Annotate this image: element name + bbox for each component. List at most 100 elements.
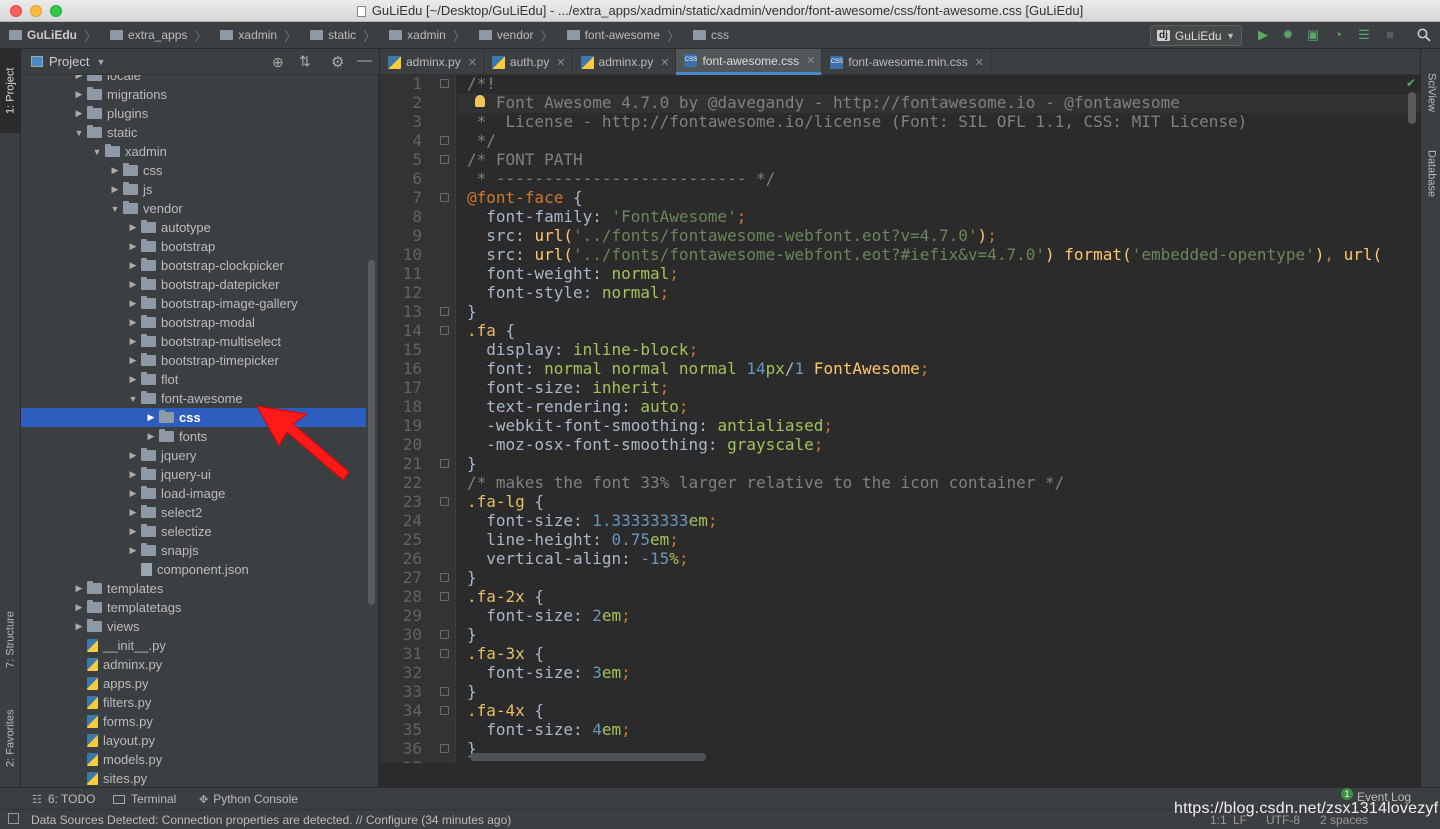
collapse-arrow-icon[interactable]: ▶ <box>126 260 140 271</box>
minimize-window-button[interactable] <box>30 5 42 17</box>
fold-marker-icon[interactable] <box>440 79 449 88</box>
editor-tab[interactable]: CSS font-awesome.min.css ✕ <box>822 49 991 75</box>
editor-tab[interactable]: auth.py ✕ <box>484 49 573 75</box>
horizontal-scrollbar[interactable] <box>470 753 706 761</box>
fold-marker-icon[interactable] <box>440 744 449 753</box>
tree-item[interactable]: ▶ bootstrap-multiselect <box>21 332 366 351</box>
tree-item[interactable]: ▶ flot <box>21 370 366 389</box>
project-view-select[interactable]: Project <box>49 54 89 69</box>
tree-item[interactable]: forms.py <box>21 712 366 731</box>
breadcrumb-item[interactable]: xadmin 〉 <box>211 22 301 49</box>
collapse-arrow-icon[interactable]: ▶ <box>126 317 140 328</box>
zoom-window-button[interactable] <box>50 5 62 17</box>
collapse-arrow-icon[interactable]: ▶ <box>126 374 140 385</box>
tree-item[interactable]: ▼ static <box>21 123 366 142</box>
collapse-arrow-icon[interactable]: ▶ <box>126 336 140 347</box>
breadcrumb-item[interactable]: css <box>684 22 733 49</box>
vertical-scrollbar[interactable] <box>1408 92 1416 124</box>
tree-item[interactable]: ▶ locale <box>21 75 366 85</box>
tree-item[interactable]: ▶ css <box>21 161 366 180</box>
python-console-tool-button[interactable]: ✥ Python Console <box>199 788 298 810</box>
fold-marker-icon[interactable] <box>440 630 449 639</box>
tool-tab-favorites[interactable]: 2: Favorites <box>0 694 21 782</box>
collapse-arrow-icon[interactable]: ▶ <box>126 241 140 252</box>
tree-item[interactable]: ▶ bootstrap-image-gallery <box>21 294 366 313</box>
tree-item[interactable]: models.py <box>21 750 366 769</box>
locate-file-icon[interactable]: ⊕ <box>272 54 284 71</box>
stop-icon[interactable]: ■ <box>1383 28 1397 42</box>
todo-tool-button[interactable]: ☷ 6: TODO <box>32 788 95 810</box>
fold-marker-icon[interactable] <box>440 193 449 202</box>
tree-item[interactable]: ▶ selectize <box>21 522 366 541</box>
tree-item[interactable]: ▶ load-image <box>21 484 366 503</box>
tree-item[interactable]: __init__.py <box>21 636 366 655</box>
tree-item[interactable]: adminx.py <box>21 655 366 674</box>
fold-marker-icon[interactable] <box>440 592 449 601</box>
fold-marker-icon[interactable] <box>440 573 449 582</box>
tree-item[interactable]: ▶ js <box>21 180 366 199</box>
close-icon[interactable]: ✕ <box>468 56 477 69</box>
collapse-arrow-icon[interactable]: ▶ <box>108 184 122 195</box>
fold-marker-icon[interactable] <box>440 459 449 468</box>
tree-item[interactable]: layout.py <box>21 731 366 750</box>
collapse-arrow-icon[interactable]: ▶ <box>126 488 140 499</box>
tree-item[interactable]: ▶ views <box>21 617 366 636</box>
fold-marker-icon[interactable] <box>440 155 449 164</box>
expand-arrow-icon[interactable]: ▼ <box>108 204 122 214</box>
run-icon[interactable]: ▶ <box>1256 28 1270 42</box>
collapse-arrow-icon[interactable]: ▶ <box>144 431 158 442</box>
expand-arrow-icon[interactable]: ▼ <box>90 147 104 157</box>
expand-arrow-icon[interactable]: ▼ <box>72 128 86 138</box>
debug-icon[interactable]: ✹ <box>1281 28 1295 42</box>
close-icon[interactable]: ✕ <box>556 56 565 69</box>
status-message[interactable]: Data Sources Detected: Connection proper… <box>31 813 511 827</box>
tool-tab-structure[interactable]: 7: Structure <box>0 597 21 682</box>
fold-marker-icon[interactable] <box>440 497 449 506</box>
collapse-arrow-icon[interactable]: ▶ <box>126 355 140 366</box>
collapse-arrow-icon[interactable]: ▶ <box>126 469 140 480</box>
tree-item[interactable]: ▶ migrations <box>21 85 366 104</box>
tree-item[interactable]: ▶ bootstrap-clockpicker <box>21 256 366 275</box>
editor-tab[interactable]: adminx.py ✕ <box>573 49 677 75</box>
tool-tab-project[interactable]: 1: Project <box>0 49 21 133</box>
breadcrumb-item[interactable]: vendor 〉 <box>470 22 558 49</box>
fold-marker-icon[interactable] <box>440 136 449 145</box>
collapse-arrow-icon[interactable]: ▶ <box>72 583 86 594</box>
tree-item[interactable]: ▶ bootstrap-timepicker <box>21 351 366 370</box>
inspection-ok-icon[interactable]: ✔ <box>1406 76 1416 90</box>
tree-item[interactable]: ▶ select2 <box>21 503 366 522</box>
collapse-arrow-icon[interactable]: ▶ <box>126 545 140 556</box>
toggle-tool-windows-icon[interactable] <box>8 813 19 824</box>
tree-item[interactable]: ▶ snapjs <box>21 541 366 560</box>
breadcrumb-item[interactable]: extra_apps 〉 <box>101 22 211 49</box>
collapse-arrow-icon[interactable]: ▶ <box>108 165 122 176</box>
collapse-arrow-icon[interactable]: ▶ <box>144 412 158 423</box>
editor-tab[interactable]: adminx.py ✕ <box>380 49 484 75</box>
search-icon[interactable] <box>1417 28 1431 42</box>
tree-item[interactable]: ▶ templates <box>21 579 366 598</box>
gear-icon[interactable]: ⚙ <box>331 53 344 71</box>
tree-item[interactable]: ▶ autotype <box>21 218 366 237</box>
editor-tab-active[interactable]: CSS font-awesome.css ✕ <box>676 49 823 75</box>
tree-item[interactable]: ▶ templatetags <box>21 598 366 617</box>
run-configuration-select[interactable]: dj GuLiEdu ▼ <box>1150 25 1242 46</box>
expand-arrow-icon[interactable]: ▼ <box>126 394 140 404</box>
collapse-arrow-icon[interactable]: ▶ <box>126 507 140 518</box>
hide-panel-icon[interactable]: — <box>357 52 372 69</box>
close-icon[interactable]: ✕ <box>660 56 669 69</box>
code-editor[interactable]: /*! Font Awesome 4.7.0 by @davegandy - h… <box>457 75 1420 763</box>
fold-marker-icon[interactable] <box>440 307 449 316</box>
tree-item[interactable]: ▶ bootstrap <box>21 237 366 256</box>
tree-item[interactable]: ▼ xadmin <box>21 142 366 161</box>
collapse-arrow-icon[interactable]: ▶ <box>126 222 140 233</box>
tree-item[interactable]: sites.py <box>21 769 366 787</box>
profile-icon[interactable]: ◔ <box>1331 28 1345 42</box>
breadcrumb-item[interactable]: font-awesome 〉 <box>558 22 684 49</box>
tree-scrollbar[interactable] <box>368 260 375 605</box>
fold-marker-icon[interactable] <box>440 706 449 715</box>
tree-item[interactable]: ▶ plugins <box>21 104 366 123</box>
breadcrumb-item[interactable]: static 〉 <box>301 22 380 49</box>
collapse-arrow-icon[interactable]: ▶ <box>126 279 140 290</box>
close-icon[interactable]: ✕ <box>806 54 815 67</box>
tree-item[interactable]: apps.py <box>21 674 366 693</box>
